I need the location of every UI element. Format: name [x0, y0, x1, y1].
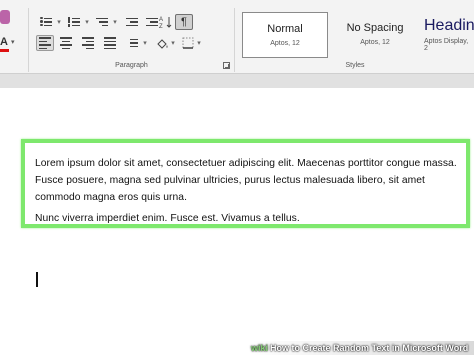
- multilevel-dropdown-icon[interactable]: ▾: [111, 14, 119, 30]
- line-spacing-button[interactable]: [123, 35, 141, 51]
- style-font: Aptos, 12: [360, 39, 390, 46]
- align-left-icon: [39, 37, 51, 49]
- multilevel-list-icon: [96, 17, 108, 27]
- random-text-highlight: Lorem ipsum dolor sit amet, consectetuer…: [21, 139, 470, 228]
- style-no-spacing[interactable]: No Spacing Aptos, 12: [332, 12, 418, 58]
- text-cursor: [36, 272, 38, 287]
- decrease-indent-button[interactable]: [123, 14, 141, 30]
- align-right-icon: [82, 37, 94, 49]
- wikihow-logo: wiki: [251, 343, 269, 353]
- watermark-text: How to Create Random Text in Microsoft W…: [270, 343, 469, 353]
- borders-icon: [182, 37, 194, 49]
- style-name: No Spacing: [346, 22, 404, 34]
- chevron-down-icon[interactable]: ▾: [11, 38, 15, 46]
- wikihow-watermark: wiki How to Create Random Text in Microso…: [251, 341, 474, 355]
- style-normal[interactable]: Normal Aptos, 12: [242, 12, 328, 58]
- document-paragraph[interactable]: Lorem ipsum dolor sit amet, consectetuer…: [35, 155, 460, 206]
- justify-icon: [104, 37, 116, 49]
- sort-button[interactable]: A Z: [157, 14, 175, 30]
- style-name: Headin: [424, 17, 474, 34]
- document-page[interactable]: Lorem ipsum dolor sit amet, consectetuer…: [0, 88, 474, 355]
- sort-icon: A Z: [159, 17, 172, 29]
- text-effects-icon[interactable]: [0, 10, 10, 24]
- style-font: Aptos, 12: [270, 40, 300, 47]
- shading-dropdown-icon[interactable]: ▾: [169, 35, 177, 51]
- line-spacing-icon: [126, 38, 138, 48]
- style-heading[interactable]: Headin Aptos Display, 2: [424, 12, 474, 58]
- show-formatting-button[interactable]: ¶: [175, 14, 193, 30]
- multilevel-list-button[interactable]: [93, 14, 111, 30]
- styles-group: Normal Aptos, 12 No Spacing Aptos, 12 He…: [236, 8, 474, 72]
- align-center-icon: [60, 37, 72, 49]
- style-font: Aptos Display, 2: [424, 38, 469, 52]
- bullets-button[interactable]: [37, 14, 55, 30]
- borders-dropdown-icon[interactable]: ▾: [195, 35, 203, 51]
- font-color-icon[interactable]: A: [0, 36, 8, 48]
- numbering-dropdown-icon[interactable]: ▾: [83, 14, 91, 30]
- document-paragraph[interactable]: Nunc viverra imperdiet enim. Fusce est. …: [35, 210, 460, 227]
- font-color-swatch: [0, 49, 9, 52]
- dialog-launcher-icon[interactable]: [223, 62, 230, 69]
- align-center-button[interactable]: [57, 35, 75, 51]
- paint-bucket-icon: [156, 38, 167, 49]
- bullets-dropdown-icon[interactable]: ▾: [55, 14, 63, 30]
- numbering-icon: [68, 17, 80, 27]
- justify-button[interactable]: [101, 35, 119, 51]
- style-name: Normal: [267, 23, 303, 35]
- font-group-edge: A ▾: [0, 8, 20, 64]
- ribbon: A ▾ ▾ ▾ ▾ A Z ¶ ▾ ▾ ▾ Paragraph Normal A…: [0, 0, 474, 74]
- svg-text:Z: Z: [159, 24, 163, 29]
- decrease-indent-icon: [126, 17, 138, 27]
- paragraph-group: ▾ ▾ ▾ A Z ¶ ▾ ▾ ▾ Paragraph: [28, 8, 235, 72]
- pilcrow-icon: ¶: [181, 16, 187, 28]
- align-right-button[interactable]: [79, 35, 97, 51]
- bullets-icon: [40, 17, 52, 27]
- svg-text:A: A: [159, 17, 163, 23]
- numbering-button[interactable]: [65, 14, 83, 30]
- align-left-button[interactable]: [36, 35, 54, 51]
- paragraph-group-label: Paragraph: [115, 62, 148, 69]
- line-spacing-dropdown-icon[interactable]: ▾: [141, 35, 149, 51]
- styles-group-label: Styles: [345, 62, 365, 69]
